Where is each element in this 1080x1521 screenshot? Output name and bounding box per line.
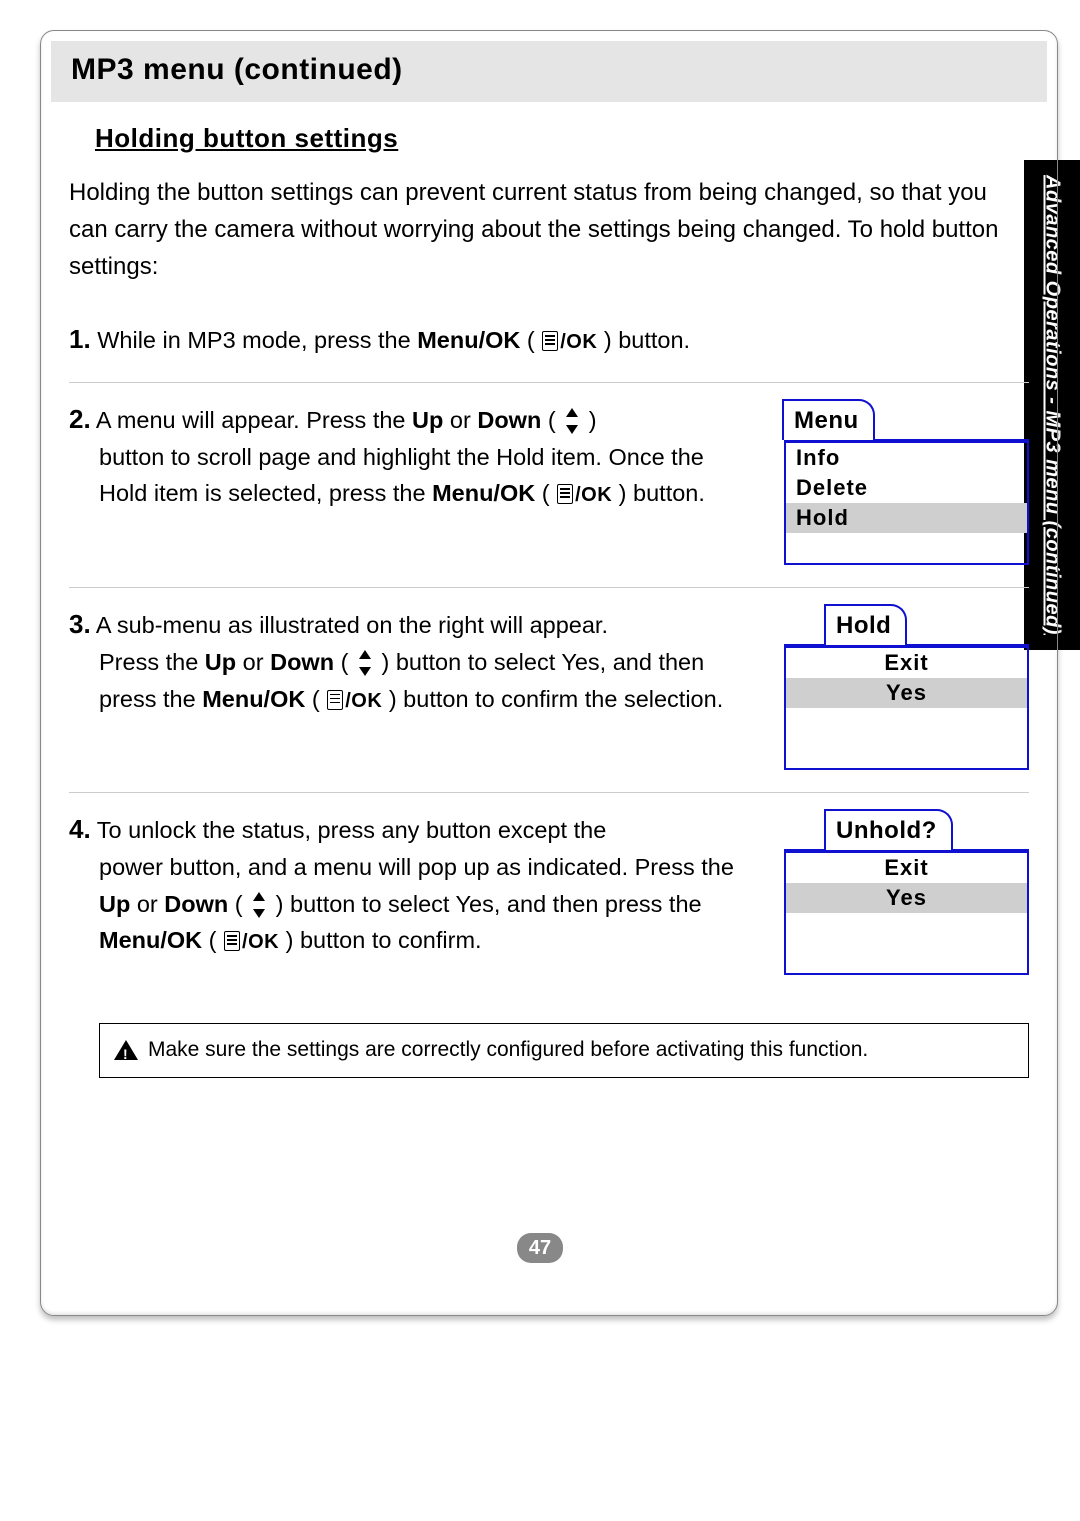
step-number: 1. [69, 324, 91, 354]
lcd-item-blank [786, 943, 1027, 973]
step-number: 4. [69, 814, 91, 844]
lcd-item: Delete [786, 473, 1027, 503]
lcd-item-highlight: Yes [786, 678, 1027, 708]
lcd-item: Exit [786, 853, 1027, 883]
lcd-item: Info [786, 443, 1027, 473]
caution-box: Make sure the settings are correctly con… [99, 1023, 1029, 1078]
lcd-item-blank [786, 913, 1027, 943]
step-3: 3. A sub-menu as illustrated on the righ… [69, 587, 1029, 792]
caution-text: Make sure the settings are correctly con… [148, 1034, 868, 1067]
page-title: MP3 menu (continued) [51, 41, 1047, 102]
page-number-badge: 47 [517, 1233, 563, 1263]
lcd-diagram-menu: Menu Info Delete Hold [784, 399, 1029, 565]
lcd-item-blank [786, 708, 1027, 738]
step-2: 2. A menu will appear. Press the Up or D… [69, 382, 1029, 587]
lcd-item-blank [786, 533, 1027, 563]
lcd-item-highlight: Yes [786, 883, 1027, 913]
lcd-item-highlight: Hold [786, 503, 1027, 533]
menu-icon [224, 931, 240, 951]
step-number: 3. [69, 609, 91, 639]
lcd-item-blank [786, 738, 1027, 768]
lcd-tab: Hold [824, 604, 907, 645]
lcd-diagram-unhold: Unhold? Exit Yes [784, 809, 1029, 975]
intro-paragraph: Holding the button settings can prevent … [69, 174, 1029, 286]
ok-text-icon: /OK [575, 484, 612, 506]
up-down-icon [250, 892, 268, 918]
lcd-tab: Menu [782, 399, 875, 440]
step-number: 2. [69, 404, 91, 434]
section-subhead: Holding button settings [95, 118, 1029, 158]
ok-text-icon: /OK [242, 931, 279, 953]
menu-icon [542, 331, 558, 351]
lcd-tab: Unhold? [824, 809, 953, 850]
step-1: 1. While in MP3 mode, press the Menu/OK … [69, 319, 1029, 381]
warning-icon [114, 1040, 138, 1060]
step-4: 4. To unlock the status, press any butto… [69, 792, 1029, 997]
lcd-diagram-hold: Hold Exit Yes [784, 604, 1029, 770]
lcd-item: Exit [786, 648, 1027, 678]
up-down-icon [356, 650, 374, 676]
menu-icon [327, 690, 343, 710]
manual-page: MP3 menu (continued) Holding button sett… [40, 30, 1058, 1316]
up-down-icon [563, 408, 581, 434]
ok-text-icon: /OK [560, 331, 597, 353]
menu-icon [557, 484, 573, 504]
ok-text-icon: /OK [345, 690, 382, 712]
